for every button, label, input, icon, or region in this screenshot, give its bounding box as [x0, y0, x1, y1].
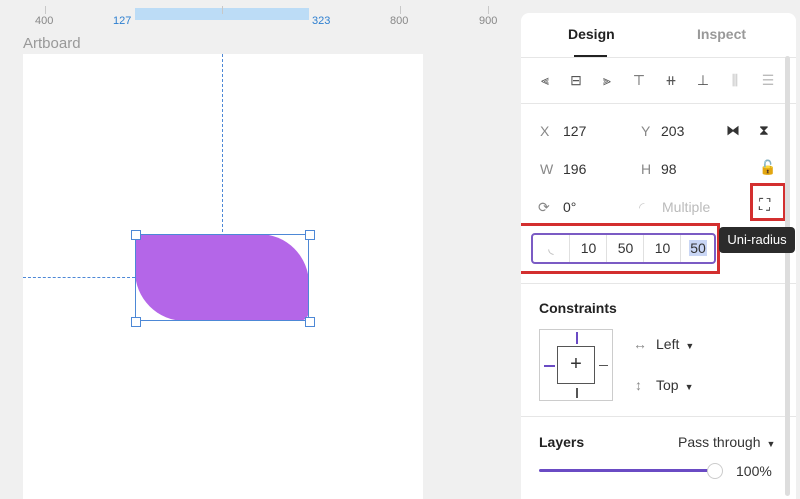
ruler-tick-line — [222, 6, 223, 14]
ruler-selection-end: 323 — [312, 15, 331, 27]
corner-radius-icon: ◜ — [639, 199, 645, 215]
constraint-top-line[interactable] — [576, 332, 578, 344]
radius-bottom-left-value: 50 — [689, 240, 707, 256]
rotation-input[interactable]: 0° — [563, 199, 576, 215]
tab-inspect[interactable]: Inspect — [697, 26, 746, 42]
ruler-tick-label: 900 — [479, 15, 498, 27]
opacity-slider-track[interactable] — [539, 469, 717, 472]
vertical-guide-line — [222, 54, 223, 232]
artboard-label[interactable]: Artboard — [23, 35, 81, 52]
h-input[interactable]: 98 — [661, 161, 677, 177]
caret-down-icon: ▼ — [766, 439, 776, 449]
align-right-icon[interactable]: ⫸ — [598, 71, 616, 89]
panel-scrollbar[interactable] — [785, 56, 790, 496]
ruler-tick-line — [45, 6, 46, 14]
panel-tabs: Design Inspect — [521, 13, 796, 58]
ruler-tick-label: 800 — [390, 15, 409, 27]
vertical-constraint-dropdown[interactable]: Top ▼ — [656, 377, 694, 393]
align-center-horizontal-icon[interactable]: ⊟ — [567, 71, 585, 89]
align-center-vertical-icon[interactable]: ⧺ — [662, 71, 680, 89]
radius-top-left-input[interactable]: 10 — [569, 235, 607, 262]
divider — [521, 416, 796, 417]
constraint-left-line[interactable] — [544, 365, 555, 367]
x-input[interactable]: 127 — [563, 123, 586, 139]
horizontal-constraint-icon: ↔ — [633, 336, 647, 352]
align-bottom-icon[interactable]: ⊥ — [694, 71, 712, 89]
w-label: W — [540, 161, 554, 177]
constraint-bottom-line[interactable] — [576, 388, 578, 398]
radius-bottom-right-input[interactable]: 10 — [643, 235, 681, 262]
constraint-center-box[interactable]: + — [557, 346, 595, 384]
radius-bottom-left-input[interactable]: 50 — [680, 235, 715, 262]
radius-top-right-input[interactable]: 50 — [606, 235, 644, 262]
resize-handle-top-left[interactable] — [131, 230, 141, 240]
caret-down-icon: ▼ — [684, 382, 694, 392]
resize-handle-top-right[interactable] — [305, 230, 315, 240]
constraint-right-line[interactable] — [599, 365, 608, 366]
distribute-vertical-icon[interactable]: ☰ — [759, 71, 777, 89]
vertical-constraint-icon: ↕ — [635, 377, 642, 393]
align-top-icon[interactable]: ⊤ — [630, 71, 648, 89]
horizontal-ruler: 400 127 323 800 900 — [0, 0, 521, 30]
y-label: Y — [641, 123, 651, 139]
flip-vertical-icon[interactable]: ⧗ — [759, 122, 769, 139]
individual-radius-inputs: ◟ 10 50 10 50 — [531, 233, 716, 264]
align-left-icon[interactable]: ⫷ — [536, 71, 554, 89]
corner-icon: ◟ — [548, 240, 554, 256]
selection-box — [135, 234, 309, 321]
ruler-selection-start: 127 — [113, 15, 132, 27]
independent-corners-icon[interactable]: ⛶ — [759, 197, 770, 215]
resize-handle-bottom-right[interactable] — [305, 317, 315, 327]
ruler-tick-line — [488, 6, 489, 14]
radius-input[interactable]: Multiple — [662, 199, 710, 215]
vertical-constraint-value: Top — [656, 377, 679, 393]
blend-mode-dropdown[interactable]: Pass through ▼ — [678, 434, 775, 450]
x-label: X — [540, 123, 550, 139]
opacity-slider-knob[interactable] — [707, 463, 723, 479]
opacity-value[interactable]: 100% — [736, 463, 772, 479]
layers-title: Layers — [539, 434, 585, 450]
properties-panel: Design Inspect ⫷ ⊟ ⫸ ⊤ ⧺ ⊥ ⫼ ☰ X 127 Y 2… — [521, 13, 796, 499]
blend-mode-value: Pass through — [678, 434, 761, 450]
caret-down-icon: ▼ — [685, 341, 695, 351]
horizontal-constraint-dropdown[interactable]: Left ▼ — [656, 336, 694, 352]
ruler-tick-line — [400, 6, 401, 14]
h-label: H — [641, 161, 652, 177]
horizontal-constraint-value: Left — [656, 336, 680, 352]
resize-handle-bottom-left[interactable] — [131, 317, 141, 327]
active-tab-indicator — [574, 55, 607, 57]
alignment-toolbar: ⫷ ⊟ ⫸ ⊤ ⧺ ⊥ ⫼ ☰ — [521, 58, 796, 104]
flip-horizontal-icon[interactable]: ⧓ — [726, 122, 740, 139]
ruler-tick-label: 400 — [35, 15, 54, 27]
distribute-horizontal-icon[interactable]: ⫼ — [726, 71, 744, 89]
y-input[interactable]: 203 — [661, 123, 684, 139]
rotation-icon: ⟳ — [538, 199, 550, 215]
lock-aspect-ratio-icon[interactable]: 🔓 — [759, 159, 776, 176]
horizontal-guide-line — [23, 277, 135, 278]
constraints-title: Constraints — [539, 300, 617, 316]
constraints-widget: + — [539, 329, 613, 401]
tab-design[interactable]: Design — [568, 26, 615, 42]
uni-radius-tooltip: Uni-radius — [719, 227, 795, 253]
w-input[interactable]: 196 — [563, 161, 586, 177]
divider — [521, 283, 796, 284]
